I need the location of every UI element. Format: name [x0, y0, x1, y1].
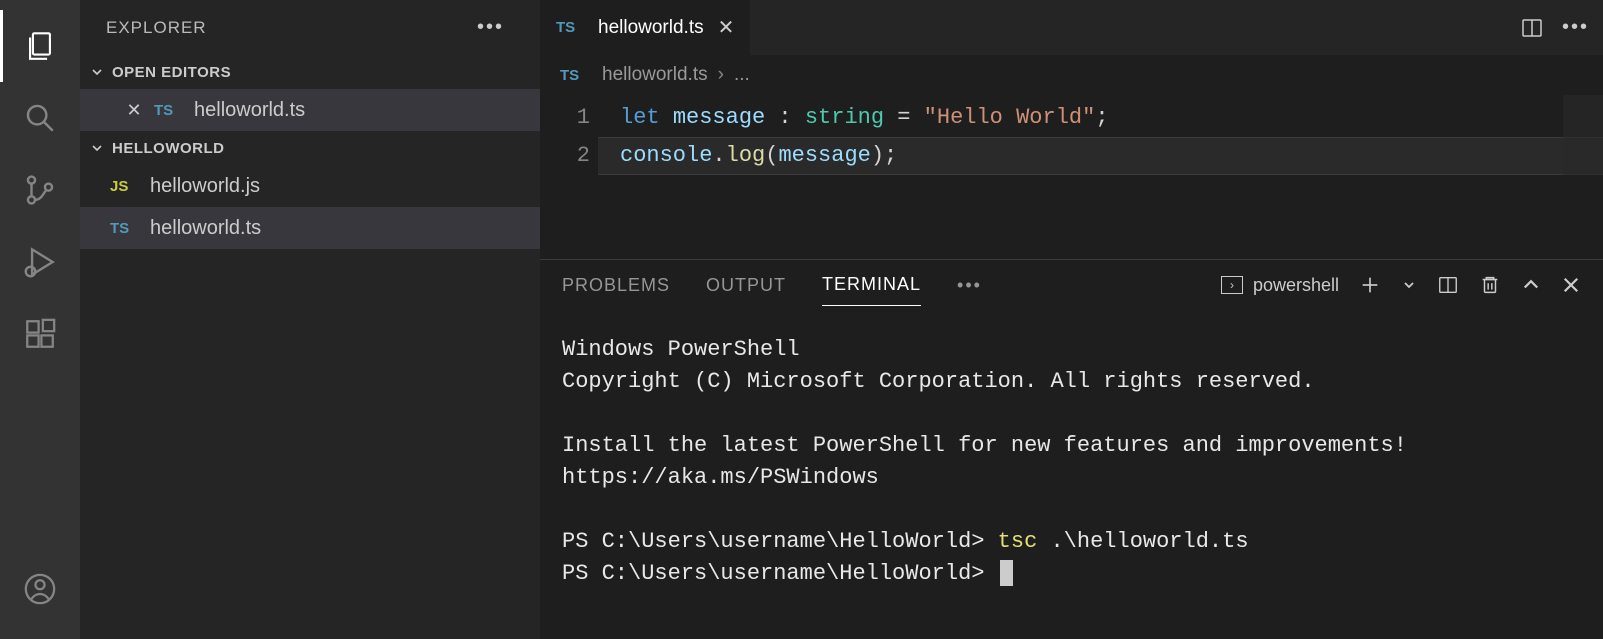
terminal-line: https://aka.ms/PSWindows	[562, 462, 1581, 494]
terminal-line: Windows PowerShell	[562, 334, 1581, 366]
folder-label: HELLOWORLD	[112, 140, 224, 157]
ts-badge-icon: TS	[560, 67, 592, 84]
split-editor-icon[interactable]	[1520, 16, 1544, 40]
code-line[interactable]: let message : string = "Hello World";	[620, 99, 1603, 137]
file-item[interactable]: TS helloworld.ts	[80, 207, 540, 249]
code-editor[interactable]: 12 let message : string = "Hello World";…	[540, 95, 1603, 175]
close-icon[interactable]: ✕	[718, 15, 735, 40]
shell-name: powershell	[1253, 275, 1339, 296]
panel-tabs-more-icon[interactable]: •••	[957, 265, 982, 306]
terminal-dropdown-icon[interactable]	[1401, 277, 1417, 293]
activity-run-debug[interactable]	[0, 226, 80, 298]
terminal-line	[562, 398, 1581, 430]
terminal-line	[562, 494, 1581, 526]
terminal-shell-select[interactable]: › powershell	[1221, 275, 1339, 296]
panel-maximize-icon[interactable]	[1521, 275, 1541, 295]
split-terminal-icon[interactable]	[1437, 274, 1459, 296]
activity-explorer[interactable]	[0, 10, 80, 82]
editor-tab[interactable]: TS helloworld.ts ✕	[540, 0, 751, 55]
chevron-down-icon	[88, 63, 106, 81]
activity-bar	[0, 0, 80, 639]
line-number: 2	[540, 137, 590, 175]
panel-close-icon[interactable]	[1561, 275, 1581, 295]
breadcrumb-rest: ...	[734, 64, 750, 86]
open-editor-item[interactable]: ✕ TS helloworld.ts	[80, 89, 540, 131]
terminal-line: Install the latest PowerShell for new fe…	[562, 430, 1581, 462]
chevron-down-icon	[88, 139, 106, 157]
sidebar-title: EXPLORER	[106, 18, 207, 38]
panel-tab-output[interactable]: OUTPUT	[706, 265, 786, 306]
sidebar-more-icon[interactable]: •••	[477, 16, 504, 39]
bottom-panel: PROBLEMS OUTPUT TERMINAL ••• › powershel…	[540, 259, 1603, 639]
ts-badge-icon: TS	[154, 102, 186, 119]
trash-icon[interactable]	[1479, 274, 1501, 296]
panel-tabs: PROBLEMS OUTPUT TERMINAL ••• › powershel…	[540, 260, 1603, 310]
open-editors-section[interactable]: OPEN EDITORS	[80, 55, 540, 89]
line-number: 1	[540, 99, 590, 137]
explorer-sidebar: EXPLORER ••• OPEN EDITORS ✕ TS helloworld.…	[80, 0, 540, 639]
close-icon[interactable]: ✕	[124, 100, 144, 121]
chevron-right-icon: ›	[718, 64, 724, 86]
activity-search[interactable]	[0, 82, 80, 154]
shell-icon: ›	[1221, 276, 1243, 294]
terminal-line: PS C:\Users\username\HelloWorld> tsc .\h…	[562, 526, 1581, 558]
new-terminal-icon[interactable]	[1359, 274, 1381, 296]
js-badge-icon: JS	[110, 178, 142, 195]
activity-account[interactable]	[0, 553, 80, 625]
file-name: helloworld.ts	[194, 99, 305, 122]
activity-extensions[interactable]	[0, 298, 80, 370]
ts-badge-icon: TS	[110, 220, 142, 237]
terminal-output[interactable]: Windows PowerShellCopyright (C) Microsof…	[540, 310, 1603, 639]
file-name: helloworld.ts	[150, 217, 261, 240]
file-item[interactable]: JS helloworld.js	[80, 165, 540, 207]
tab-label: helloworld.ts	[598, 17, 704, 39]
editor-tabs: TS helloworld.ts ✕ •••	[540, 0, 1603, 55]
terminal-line: PS C:\Users\username\HelloWorld>	[562, 558, 1581, 590]
file-name: helloworld.js	[150, 175, 260, 198]
sidebar-header: EXPLORER •••	[80, 0, 540, 55]
breadcrumb[interactable]: TS helloworld.ts › ...	[540, 55, 1603, 95]
terminal-line: Copyright (C) Microsoft Corporation. All…	[562, 366, 1581, 398]
open-editors-label: OPEN EDITORS	[112, 64, 231, 81]
editor-area: TS helloworld.ts ✕ ••• TS helloworld.ts › …	[540, 0, 1603, 639]
editor-more-icon[interactable]: •••	[1562, 16, 1589, 39]
panel-tab-problems[interactable]: PROBLEMS	[562, 265, 670, 306]
activity-source-control[interactable]	[0, 154, 80, 226]
folder-section[interactable]: HELLOWORLD	[80, 131, 540, 165]
code-lines[interactable]: let message : string = "Hello World";con…	[620, 99, 1603, 175]
code-line[interactable]: console.log(message);	[620, 137, 1603, 175]
terminal-cursor	[1000, 560, 1013, 586]
breadcrumb-file: helloworld.ts	[602, 64, 708, 86]
panel-tab-terminal[interactable]: TERMINAL	[822, 264, 921, 306]
ts-badge-icon: TS	[556, 19, 588, 36]
